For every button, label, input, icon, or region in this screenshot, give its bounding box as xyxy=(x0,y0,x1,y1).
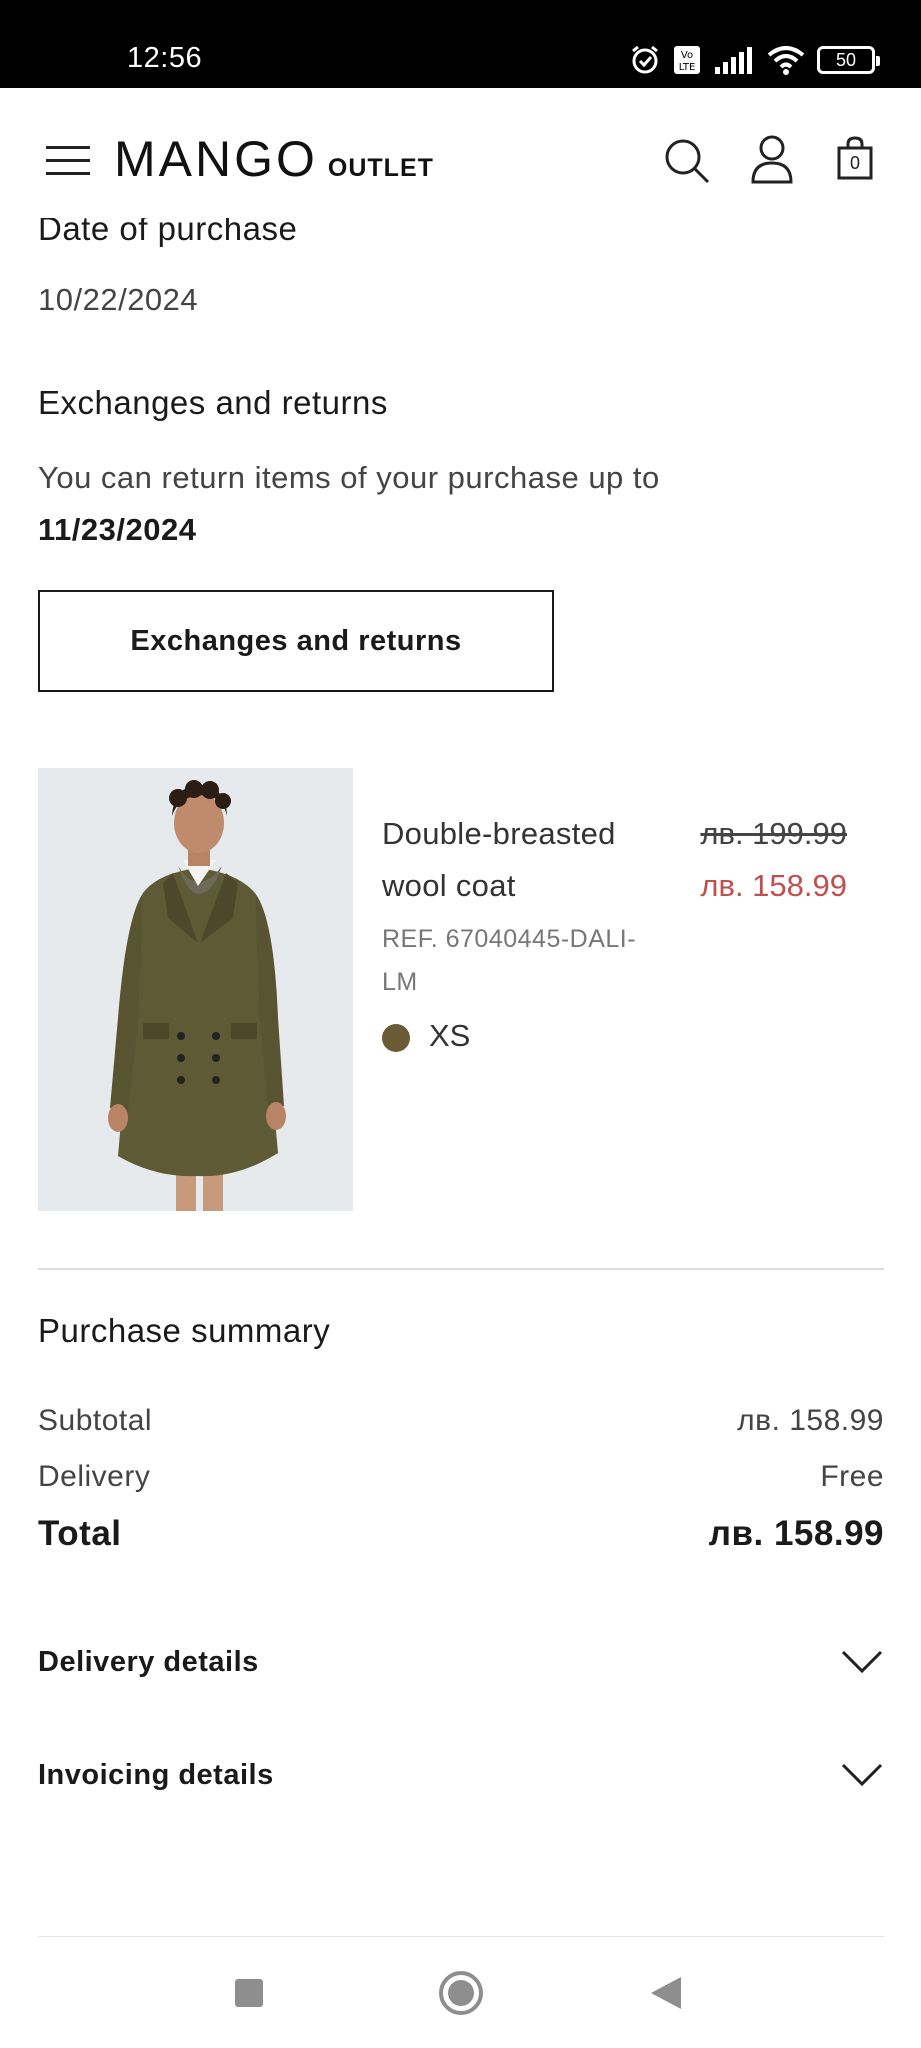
coat-model-illustration xyxy=(38,768,353,1211)
home-button-icon[interactable] xyxy=(438,1970,484,2016)
purchase-summary-heading: Purchase summary xyxy=(38,1312,331,1349)
status-time: 12:56 xyxy=(127,42,203,74)
hamburger-menu-icon[interactable] xyxy=(46,146,90,176)
chevron-down-icon xyxy=(841,1763,883,1787)
delivery-details-accordion[interactable]: Delivery details xyxy=(38,1632,884,1692)
svg-text:LTE: LTE xyxy=(679,62,696,73)
section-divider xyxy=(38,1268,884,1270)
product-name[interactable]: Double-breasted wool coat xyxy=(382,808,662,912)
cart-button[interactable]: 0 xyxy=(837,136,873,180)
invoicing-details-label: Invoicing details xyxy=(38,1758,274,1791)
product-image[interactable] xyxy=(38,768,353,1211)
volte-icon: Vo LTE xyxy=(674,46,700,74)
cart-count: 0 xyxy=(849,153,860,173)
subtotal-value: лв. 158.99 xyxy=(737,1404,884,1437)
battery-icon: 50 xyxy=(817,46,880,74)
alarm-icon xyxy=(632,45,658,74)
product-size: XS xyxy=(429,1018,471,1053)
signal-icon xyxy=(715,47,752,74)
recents-button-icon[interactable] xyxy=(233,1977,265,2009)
subtotal-label: Subtotal xyxy=(38,1404,153,1437)
price-sale: лв. 158.99 xyxy=(700,868,847,903)
delivery-row: Delivery Free xyxy=(38,1460,884,1494)
date-of-purchase-value: 10/22/2024 xyxy=(38,282,199,317)
chevron-down-icon xyxy=(841,1650,883,1674)
total-value: лв. 158.99 xyxy=(708,1514,884,1553)
delivery-value: Free xyxy=(820,1460,884,1493)
logo-sub-text: OUTLET xyxy=(327,154,434,182)
account-icon[interactable] xyxy=(750,134,794,184)
exchanges-returns-heading: Exchanges and returns xyxy=(38,384,388,421)
status-icons: Vo LTE 50 xyxy=(629,42,880,78)
color-swatch xyxy=(382,1024,410,1052)
status-bar: 12:56 Vo LTE 50 xyxy=(0,0,921,88)
app-header: MANGO OUTLET 0 xyxy=(0,88,921,218)
back-button-icon[interactable] xyxy=(649,1975,683,2011)
delivery-label: Delivery xyxy=(38,1460,151,1493)
date-of-purchase-heading: Date of purchase xyxy=(38,218,298,247)
delivery-details-label: Delivery details xyxy=(38,1645,259,1678)
exchanges-returns-button[interactable]: Exchanges and returns xyxy=(38,590,554,692)
battery-level: 50 xyxy=(835,49,857,70)
total-label: Total xyxy=(38,1514,122,1553)
wifi-icon xyxy=(767,46,805,75)
svg-text:Vo: Vo xyxy=(681,50,693,61)
returns-info-sentence: You can return items of your purchase up… xyxy=(38,460,660,495)
brand-logo[interactable]: MANGO OUTLET xyxy=(114,130,434,188)
returns-info-text: You can return items of your purchase up… xyxy=(38,452,660,556)
logo-main-text: MANGO xyxy=(114,131,318,187)
invoicing-details-accordion[interactable]: Invoicing details xyxy=(38,1745,884,1805)
subtotal-row: Subtotal лв. 158.99 xyxy=(38,1404,884,1438)
price-original: лв. 199.99 xyxy=(700,816,847,851)
order-detail-content: Date of purchase 10/22/2024 Exchanges an… xyxy=(0,218,921,1938)
returns-deadline: 11/23/2024 xyxy=(38,512,197,547)
system-navigation-bar xyxy=(0,1937,921,2048)
search-icon[interactable] xyxy=(664,138,710,184)
product-reference: REF. 67040445-DALI-LM xyxy=(382,925,637,996)
total-row: Total лв. 158.99 xyxy=(38,1514,884,1554)
